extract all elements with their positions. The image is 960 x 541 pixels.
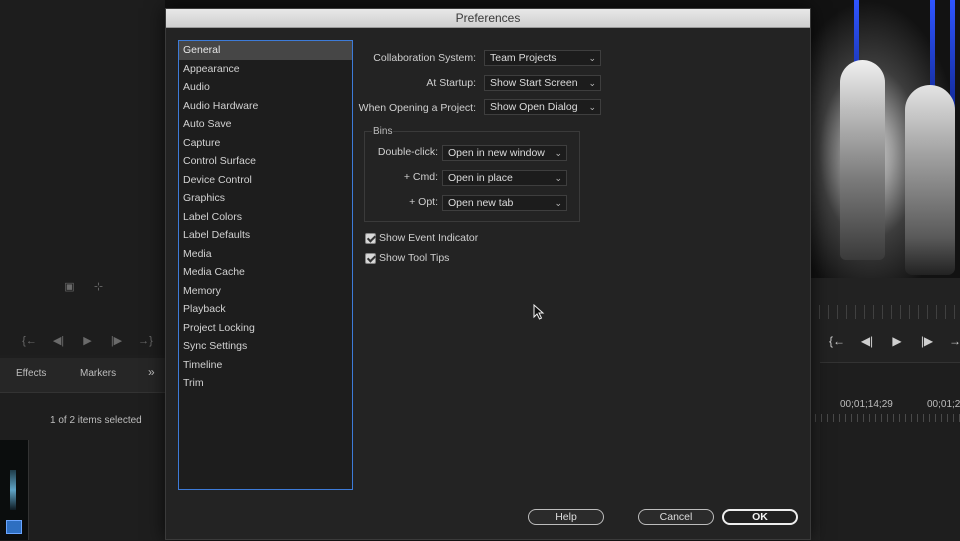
category-list[interactable]: General Appearance Audio Audio Hardware … [178,40,353,490]
cancel-button[interactable]: Cancel [638,509,714,525]
collaboration-system-value: Team Projects [490,52,557,64]
overwrite-icon[interactable]: ⊹ [84,280,113,293]
opening-project-dropdown[interactable]: Show Open Dialog ⌄ [484,99,601,115]
chevron-down-icon: ⌄ [554,198,562,208]
category-label-defaults[interactable]: Label Defaults [179,226,352,245]
ok-button[interactable]: OK [722,509,798,525]
source-monitor: ▣ ⊹ {← ◀| ▶ |▶ →} [0,0,165,355]
insert-icon[interactable]: ▣ [55,280,84,293]
at-startup-value: Show Start Screen [490,77,578,89]
step-back-icon[interactable]: ◀| [44,334,73,347]
program-monitor-video [810,0,960,278]
more-tabs-icon[interactable]: » [148,365,155,379]
category-playback[interactable]: Playback [179,300,352,319]
opening-project-label: When Opening a Project: [358,102,476,114]
show-tool-tips-label: Show Tool Tips [379,252,450,264]
selection-status: 1 of 2 items selected [50,415,142,426]
show-event-indicator-label: Show Event Indicator [379,232,479,244]
monitor-ruler [810,305,960,319]
double-click-value: Open in new window [448,147,545,159]
show-tool-tips-row[interactable]: Show Tool Tips [365,252,449,264]
cmd-dropdown[interactable]: Open in place ⌄ [442,170,567,186]
show-event-indicator-checkbox[interactable] [365,232,376,244]
collaboration-system-dropdown[interactable]: Team Projects ⌄ [484,50,601,66]
category-media[interactable]: Media [179,245,352,264]
category-device-control[interactable]: Device Control [179,171,352,190]
category-control-surface[interactable]: Control Surface [179,152,352,171]
category-timeline[interactable]: Timeline [179,356,352,375]
chevron-down-icon: ⌄ [588,53,596,63]
step-forward-icon[interactable]: |▶ [102,334,131,347]
opt-dropdown[interactable]: Open new tab ⌄ [442,195,567,211]
cmd-value: Open in place [448,172,513,184]
go-to-in-icon[interactable]: {← [822,334,852,348]
opt-value: Open new tab [448,197,514,209]
category-audio[interactable]: Audio [179,78,352,97]
category-audio-hardware[interactable]: Audio Hardware [179,97,352,116]
double-click-label: Double-click: [377,146,438,158]
at-startup-label: At Startup: [426,77,476,89]
performer-figure [840,60,885,260]
show-tool-tips-checkbox[interactable] [365,252,376,264]
opening-project-value: Show Open Dialog [490,101,578,113]
show-event-indicator-row[interactable]: Show Event Indicator [365,232,478,244]
category-memory[interactable]: Memory [179,282,352,301]
category-capture[interactable]: Capture [179,134,352,153]
opt-label: + Opt: [409,196,438,208]
category-general[interactable]: General [179,41,352,60]
cmd-label: + Cmd: [403,171,438,183]
chevron-down-icon: ⌄ [588,78,596,88]
category-auto-save[interactable]: Auto Save [179,115,352,134]
bins-title: Bins [372,126,394,137]
top-strip [165,0,810,8]
step-back-icon[interactable]: ◀| [852,334,882,348]
source-transport: {← ◀| ▶ |▶ →} [15,334,160,348]
clip-badge-icon [6,520,22,534]
category-project-locking[interactable]: Project Locking [179,319,352,338]
chevron-down-icon: ⌄ [554,148,562,158]
category-graphics[interactable]: Graphics [179,189,352,208]
category-trim[interactable]: Trim [179,374,352,393]
preferences-dialog: Preferences General Appearance Audio Aud… [165,8,811,540]
clip-thumbnail[interactable] [0,440,29,540]
tab-markers[interactable]: Markers [80,368,116,379]
timeline-timecode: 00;01;14;29 [840,399,893,410]
play-icon[interactable]: ▶ [882,334,912,348]
program-transport: {← ◀| ▶ |▶ →} [822,334,960,348]
performer-figure [905,85,955,275]
chevron-down-icon: ⌄ [588,102,596,112]
category-media-cache[interactable]: Media Cache [179,263,352,282]
tab-effects[interactable]: Effects [16,368,46,379]
panel-tabs: Effects Markers » [0,358,165,393]
go-to-in-icon[interactable]: {← [15,335,44,347]
timeline-ruler [815,414,960,422]
timeline-panel [820,362,960,541]
double-click-dropdown[interactable]: Open in new window ⌄ [442,145,567,161]
step-forward-icon[interactable]: |▶ [912,334,942,348]
at-startup-dropdown[interactable]: Show Start Screen ⌄ [484,75,601,91]
category-sync-settings[interactable]: Sync Settings [179,337,352,356]
dialog-title: Preferences [166,9,810,28]
category-appearance[interactable]: Appearance [179,60,352,79]
category-label-colors[interactable]: Label Colors [179,208,352,227]
thumbnail-image [10,470,16,510]
source-small-controls: ▣ ⊹ [55,280,113,293]
chevron-down-icon: ⌄ [554,173,562,183]
go-to-out-icon[interactable]: →} [131,335,160,347]
help-button[interactable]: Help [528,509,604,525]
go-to-out-icon[interactable]: →} [942,334,960,348]
timeline-timecode: 00;01;2 [927,399,960,410]
collaboration-system-label: Collaboration System: [373,52,476,64]
play-icon[interactable]: ▶ [73,334,102,347]
